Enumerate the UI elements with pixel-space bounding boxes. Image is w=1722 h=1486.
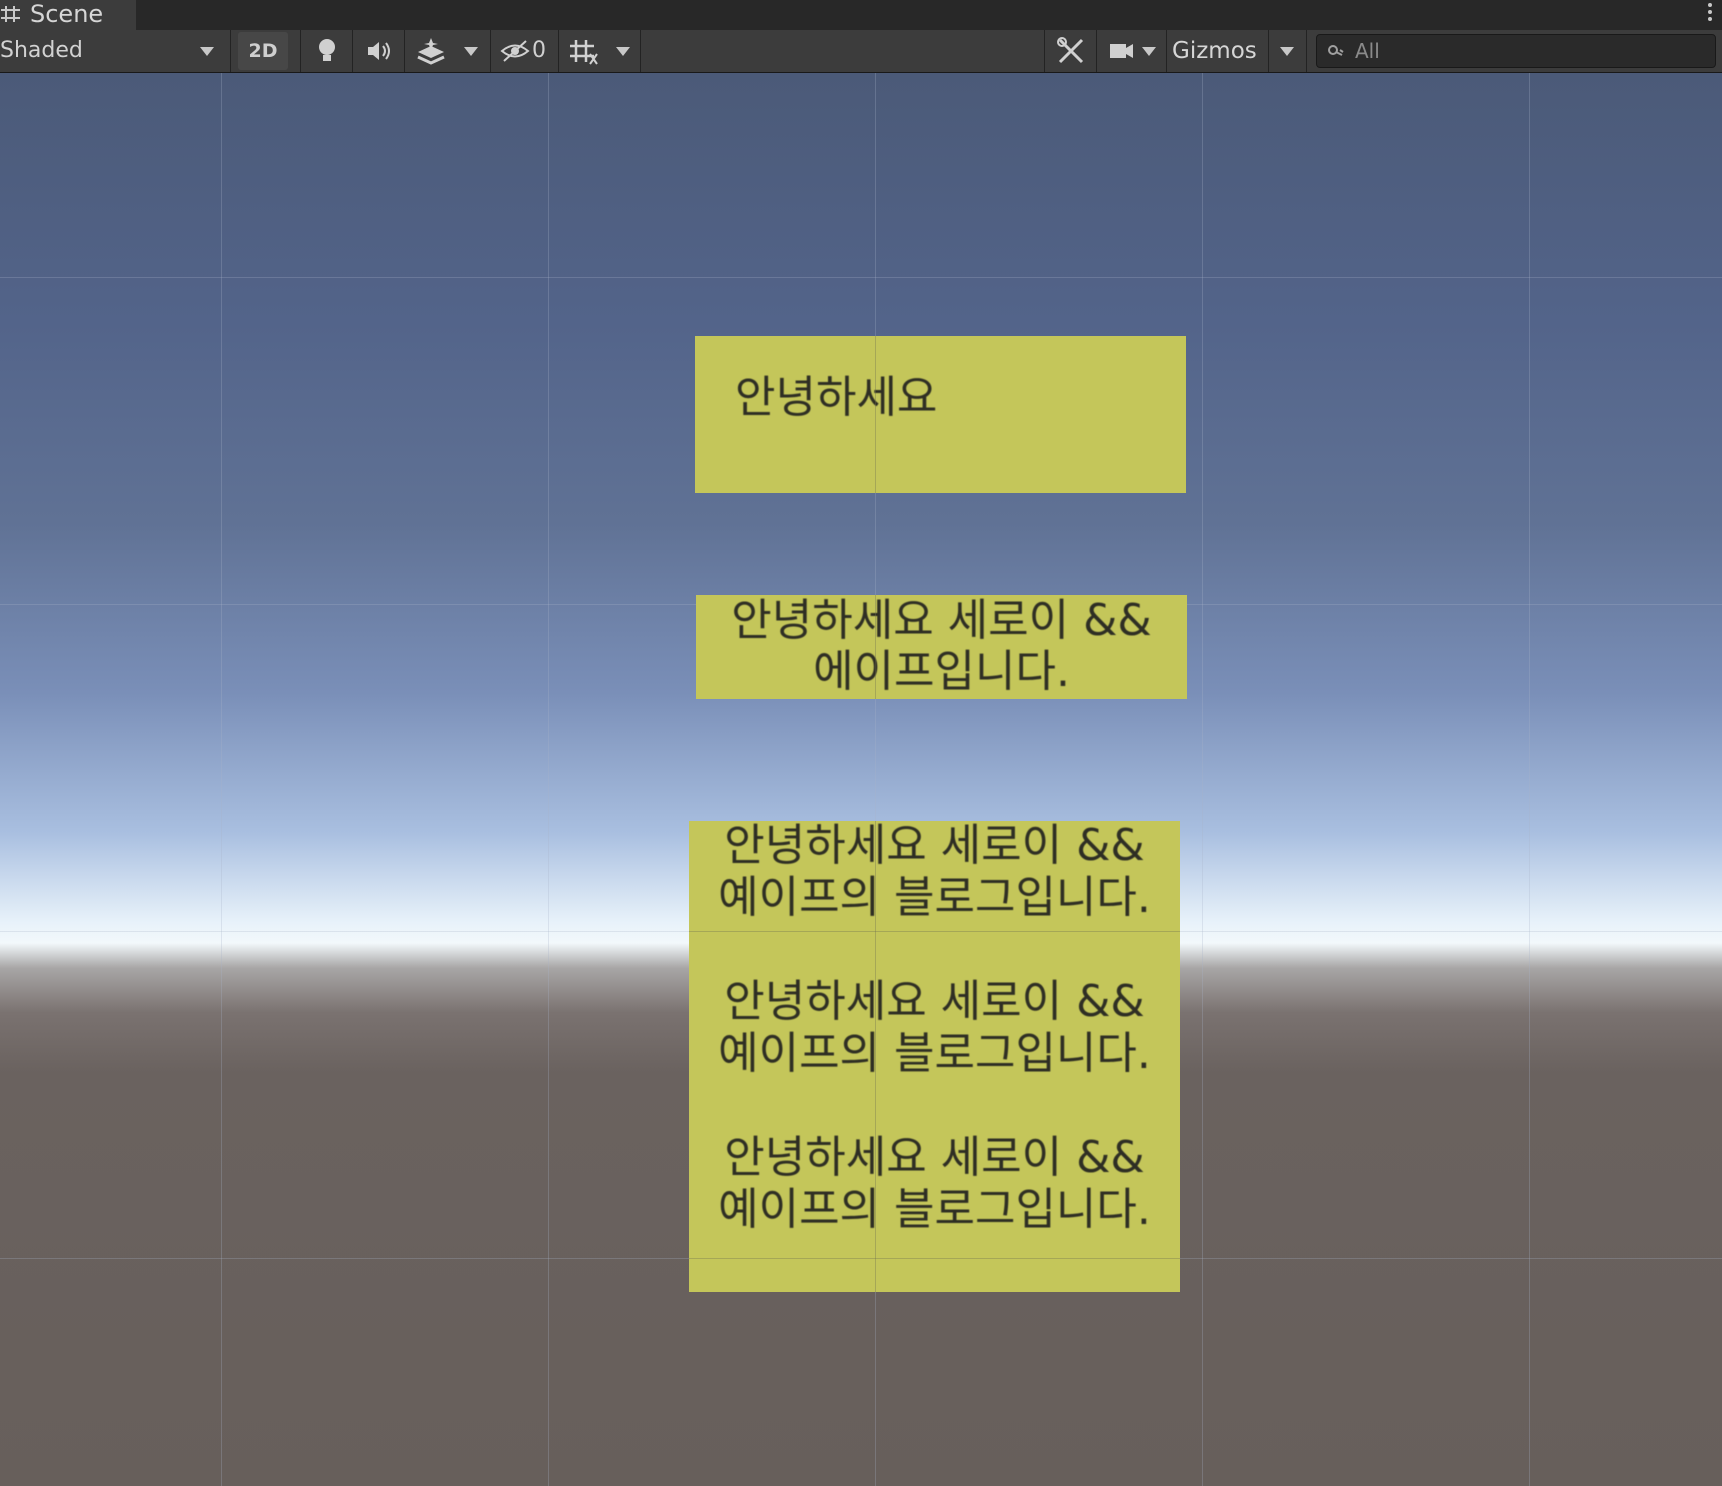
tools-icon xyxy=(1057,37,1084,64)
camera-settings-dropdown[interactable] xyxy=(1102,32,1162,70)
scene-tab-bar: Scene xyxy=(0,0,1722,31)
visibility-hidden-icon xyxy=(500,40,530,62)
scene-tab-label: Scene xyxy=(30,0,104,28)
search-placeholder: All xyxy=(1355,39,1380,63)
grid-line xyxy=(0,277,1722,278)
chevron-down-icon xyxy=(616,47,630,56)
scene-audio-button[interactable] xyxy=(358,32,400,70)
tools-button[interactable] xyxy=(1050,32,1092,70)
panel-3-text: 안녕하세요 세로이 && 예이프의 블로그입니다. 안녕하세요 세로이 && 예… xyxy=(718,820,1151,1235)
hidden-objects-toggle[interactable]: 0 xyxy=(496,32,556,70)
scene-effects-button[interactable] xyxy=(410,32,452,70)
scene-tab[interactable]: Scene xyxy=(0,0,136,30)
text-panel-1[interactable]: 안녕하세요 xyxy=(695,336,1186,493)
grid-dropdown[interactable] xyxy=(608,32,638,70)
hidden-count: 0 xyxy=(532,38,546,63)
grid-snap-button[interactable] xyxy=(564,32,606,70)
chevron-down-icon xyxy=(1142,47,1156,56)
grid-line xyxy=(1202,73,1203,1486)
scene-viewport[interactable]: 안녕하세요 안녕하세요 세로이 && 에이프입니다. 안녕하세요 세로이 && … xyxy=(0,73,1722,1486)
camera-icon xyxy=(1110,44,1133,58)
grid-line xyxy=(221,73,222,1486)
panel-1-text: 안녕하세요 xyxy=(735,372,938,423)
chevron-down-icon xyxy=(464,47,478,56)
chevron-down-icon xyxy=(1280,47,1294,56)
text-panel-3[interactable]: 안녕하세요 세로이 && 예이프의 블로그입니다. 안녕하세요 세로이 && 예… xyxy=(689,820,1180,1292)
panel-2-text: 안녕하세요 세로이 && 에이프입니다. xyxy=(731,595,1152,697)
effects-dropdown[interactable] xyxy=(456,32,486,70)
draw-mode-label: Shaded xyxy=(0,38,83,63)
scene-lighting-button[interactable] xyxy=(306,32,348,70)
gizmos-label: Gizmos xyxy=(1172,38,1257,64)
scene-grid-icon xyxy=(0,0,24,28)
grid-line xyxy=(548,73,549,1486)
audio-speaker-icon xyxy=(368,42,390,60)
text-panel-2[interactable]: 안녕하세요 세로이 && 에이프입니다. xyxy=(696,595,1187,699)
grid-snap-icon xyxy=(570,40,598,65)
lightbulb-icon xyxy=(319,39,335,61)
draw-mode-dropdown[interactable]: Shaded xyxy=(0,32,226,70)
gizmos-dropdown[interactable] xyxy=(1272,32,1302,70)
scene-toolbar: Shaded 2D 0 Gizmos All xyxy=(0,30,1722,73)
search-input[interactable]: All xyxy=(1316,34,1716,68)
more-options-icon[interactable] xyxy=(1704,0,1716,26)
gizmos-button[interactable]: Gizmos xyxy=(1172,32,1268,70)
search-icon xyxy=(1328,45,1344,56)
effects-layers-icon xyxy=(417,38,445,65)
toggle-2d-button[interactable]: 2D xyxy=(238,32,288,70)
chevron-down-icon xyxy=(200,47,214,56)
grid-line xyxy=(1529,73,1530,1486)
